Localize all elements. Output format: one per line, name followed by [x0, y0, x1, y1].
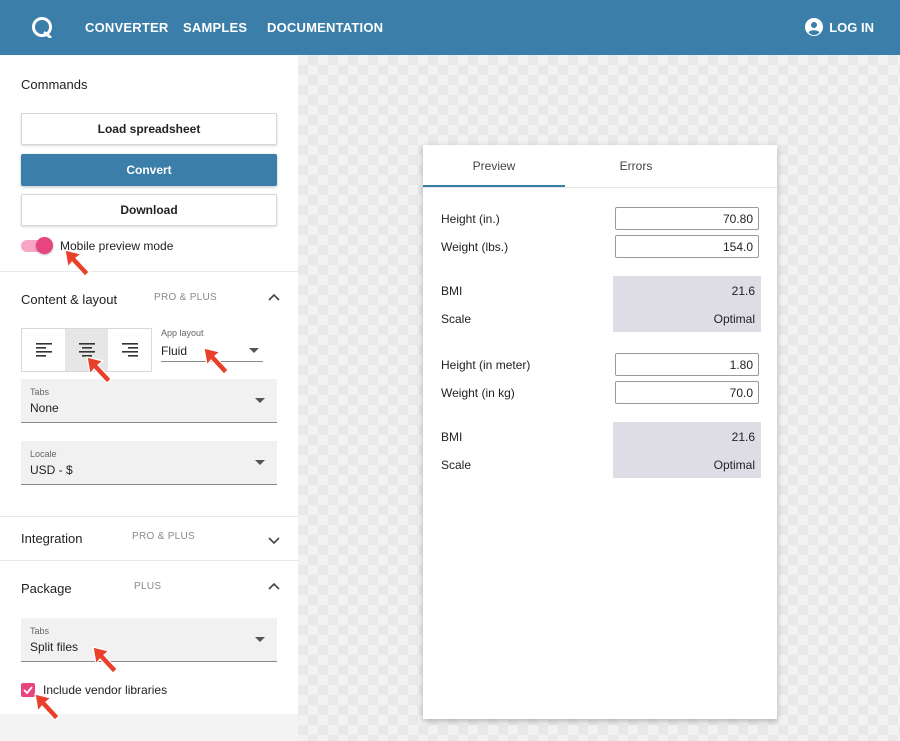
app-logo-icon[interactable]: [31, 16, 53, 38]
nav-converter[interactable]: CONVERTER: [85, 20, 168, 35]
chevron-down-icon[interactable]: [268, 537, 280, 545]
dropdown-caret-icon: [255, 398, 265, 403]
scale-value: Optimal: [713, 312, 755, 326]
dropdown-caret-icon: [255, 637, 265, 642]
align-left-button[interactable]: [22, 329, 65, 371]
weight-lbs-label: Weight (lbs.): [441, 240, 509, 254]
bmi-label: BMI: [441, 284, 463, 298]
mobile-preview-toggle[interactable]: [36, 237, 53, 254]
tabs-select[interactable]: Tabs None: [21, 379, 277, 423]
package-tabs-value: Split files: [30, 640, 79, 654]
divider: [0, 271, 298, 272]
preview-card: Preview Errors Height (in.) 70.80 Weight…: [423, 145, 777, 719]
align-right-button[interactable]: [108, 329, 151, 371]
login-button[interactable]: LOG IN: [805, 18, 874, 36]
load-spreadsheet-button[interactable]: Load spreadsheet: [21, 113, 277, 145]
content-layout-title[interactable]: Content & layout: [21, 292, 117, 307]
metric-result-box: 21.6 Optimal: [613, 422, 761, 478]
locale-label: Locale: [30, 449, 57, 459]
app-layout-label: App layout: [161, 328, 204, 338]
commands-title: Commands: [21, 77, 88, 92]
dropdown-caret-icon: [249, 348, 259, 353]
package-title[interactable]: Package: [21, 581, 72, 596]
download-button[interactable]: Download: [21, 194, 277, 226]
bmi-value: 21.6: [731, 430, 755, 444]
imperial-result-box: 21.6 Optimal: [613, 276, 761, 332]
tabs-label: Tabs: [30, 387, 50, 397]
convert-button[interactable]: Convert: [21, 154, 277, 186]
weight-kg-input[interactable]: 70.0: [615, 381, 759, 404]
app-layout-value: Fluid: [161, 344, 188, 358]
scale-label: Scale: [441, 458, 472, 472]
package-badge: PLUS: [134, 581, 162, 592]
chevron-up-icon[interactable]: [268, 582, 280, 590]
divider: [0, 560, 298, 561]
top-bar: CONVERTER SAMPLES DOCUMENTATION LOG IN: [0, 0, 900, 55]
align-right-icon: [121, 343, 138, 357]
tabs-value: None: [30, 401, 59, 415]
weight-lbs-input[interactable]: 154.0: [615, 235, 759, 258]
locale-value: USD - $: [30, 463, 73, 477]
annotation-arrow-icon: [64, 249, 90, 277]
chevron-up-icon[interactable]: [268, 293, 280, 301]
tab-errors[interactable]: Errors: [565, 145, 707, 187]
align-left-icon: [35, 343, 52, 357]
account-circle-icon: [805, 18, 824, 36]
package-tabs-select[interactable]: Tabs Split files: [21, 618, 277, 662]
bmi-value: 21.6: [731, 284, 755, 298]
height-m-input[interactable]: 1.80: [615, 353, 759, 376]
annotation-arrow-icon: [92, 646, 118, 674]
weight-kg-label: Weight (in kg): [441, 386, 515, 400]
annotation-arrow-icon: [34, 693, 60, 721]
annotation-arrow-icon: [86, 356, 112, 384]
locale-select[interactable]: Locale USD - $: [21, 441, 277, 485]
scale-value: Optimal: [713, 458, 755, 472]
height-in-input[interactable]: 70.80: [615, 207, 759, 230]
login-label: LOG IN: [829, 19, 874, 35]
annotation-arrow-icon: [203, 347, 229, 375]
height-in-label: Height (in.): [441, 212, 500, 226]
tabs-divider: [423, 187, 777, 188]
scale-label: Scale: [441, 312, 472, 326]
divider: [0, 516, 298, 517]
bmi-label: BMI: [441, 430, 463, 444]
dropdown-caret-icon: [255, 460, 265, 465]
tab-preview[interactable]: Preview: [423, 145, 565, 187]
nav-documentation[interactable]: DOCUMENTATION: [267, 20, 383, 35]
integration-badge: PRO & PLUS: [132, 531, 196, 542]
package-tabs-label: Tabs: [30, 626, 50, 636]
height-m-label: Height (in meter): [441, 358, 531, 372]
content-layout-badge: PRO & PLUS: [154, 292, 218, 303]
integration-title[interactable]: Integration: [21, 531, 82, 546]
nav-samples[interactable]: SAMPLES: [183, 20, 247, 35]
vendor-libraries-label: Include vendor libraries: [43, 683, 168, 697]
